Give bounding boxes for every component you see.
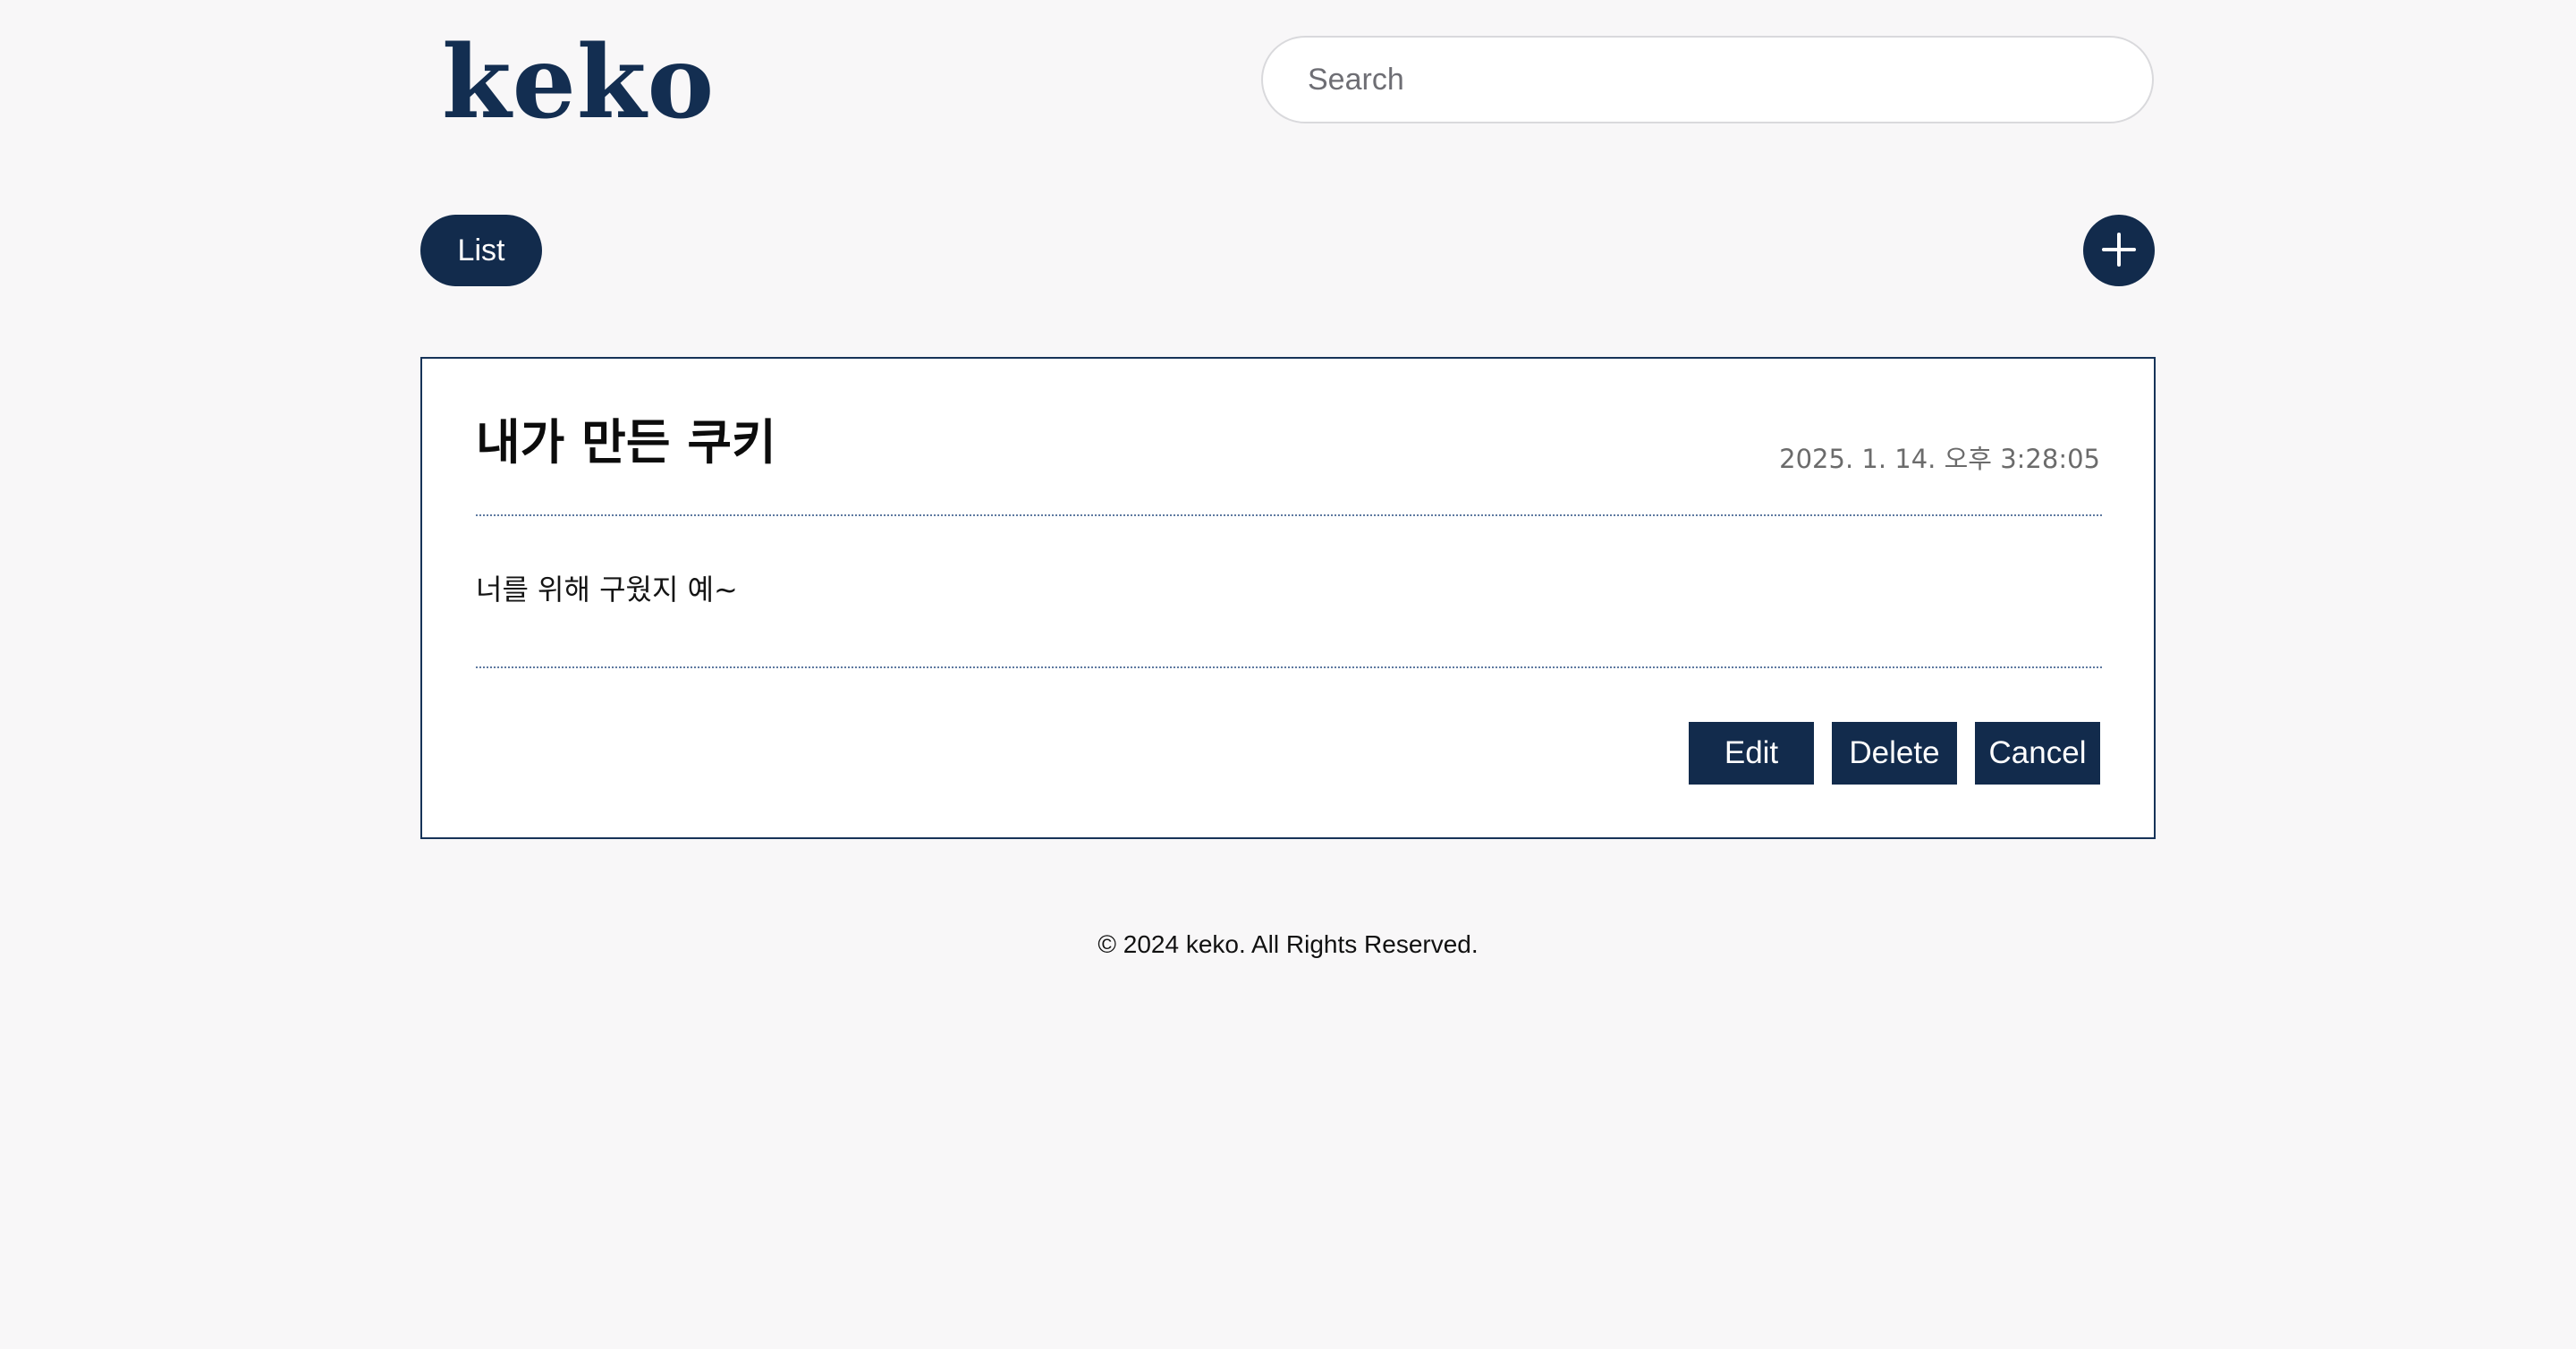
- plus-icon: [2101, 232, 2137, 270]
- post-date: 2025. 1. 14. 오후 3:28:05: [1779, 444, 2100, 474]
- delete-button[interactable]: Delete: [1832, 722, 1957, 785]
- post-actions: Edit Delete Cancel: [1689, 722, 2100, 785]
- post-card: 내가 만든 쿠키 2025. 1. 14. 오후 3:28:05 너를 위해 구…: [420, 357, 2156, 839]
- add-post-button[interactable]: [2083, 215, 2155, 286]
- footer-copyright: © 2024 keko. All Rights Reserved.: [1097, 930, 1479, 958]
- list-button[interactable]: List: [420, 215, 542, 286]
- post-body: 너를 위해 구웠지 예~: [476, 573, 738, 607]
- divider-top: [476, 514, 2102, 516]
- edit-button[interactable]: Edit: [1689, 722, 1814, 785]
- post-title: 내가 만든 쿠키: [476, 414, 776, 471]
- divider-bottom: [476, 666, 2102, 668]
- cancel-button[interactable]: Cancel: [1975, 722, 2100, 785]
- site-logo[interactable]: keko: [442, 25, 715, 141]
- search-input[interactable]: [1261, 36, 2154, 123]
